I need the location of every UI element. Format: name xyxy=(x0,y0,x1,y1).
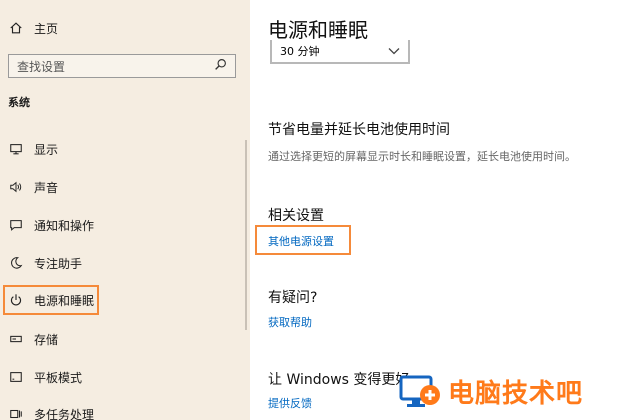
chevron-down-icon xyxy=(388,45,400,58)
storage-icon xyxy=(8,331,24,347)
sidebar-item-label: 主页 xyxy=(34,21,59,36)
improve-windows-heading: 让 Windows 变得更好 xyxy=(268,372,410,388)
sidebar: 主页 查找设置 系统 显示 声音 通知和操作 专注助手 电源和睡眠 存储 平板模… xyxy=(0,0,250,420)
sidebar-item-multitasking[interactable]: 多任务处理 xyxy=(8,402,94,420)
sidebar-item-display[interactable]: 显示 xyxy=(8,137,58,161)
additional-power-settings-link[interactable]: 其他电源设置 xyxy=(268,233,334,249)
home-icon xyxy=(8,20,24,36)
monitor-icon xyxy=(8,141,24,157)
tablet-icon xyxy=(8,369,24,385)
power-icon xyxy=(8,292,24,308)
speaker-icon xyxy=(8,179,24,195)
search-input[interactable]: 查找设置 xyxy=(8,54,236,78)
main-content: 电源和睡眠 30 分钟 节省电量并延长电池使用时间 通过选择更短的屏幕显示时长和… xyxy=(250,0,640,420)
get-help-link[interactable]: 获取帮助 xyxy=(268,314,312,330)
give-feedback-link[interactable]: 提供反馈 xyxy=(268,395,312,411)
sidebar-item-label: 显示 xyxy=(34,142,59,157)
sidebar-item-label: 多任务处理 xyxy=(34,407,95,420)
sidebar-item-sound[interactable]: 声音 xyxy=(8,175,58,199)
sidebar-scrollbar[interactable] xyxy=(245,140,247,330)
sidebar-item-label: 声音 xyxy=(34,180,59,195)
sidebar-item-tablet-mode[interactable]: 平板模式 xyxy=(8,365,82,389)
sidebar-item-focus-assist[interactable]: 专注助手 xyxy=(8,251,82,275)
dropdown-value: 30 分钟 xyxy=(280,45,320,58)
sidebar-item-label: 存储 xyxy=(34,332,59,347)
related-settings-heading: 相关设置 xyxy=(268,208,324,224)
section-label: 系统 xyxy=(8,96,30,109)
watermark-text: 电脑技术吧 xyxy=(448,378,584,409)
sidebar-item-power-sleep[interactable]: 电源和睡眠 xyxy=(8,288,94,312)
battery-heading: 节省电量并延长电池使用时间 xyxy=(268,122,450,138)
battery-description: 通过选择更短的屏幕显示时长和睡眠设置，延长电池使用时间。 xyxy=(268,150,576,163)
page-title: 电源和睡眠 xyxy=(268,18,368,42)
search-placeholder: 查找设置 xyxy=(17,59,66,74)
watermark-logo-icon xyxy=(398,369,442,413)
sidebar-item-notifications[interactable]: 通知和操作 xyxy=(8,213,94,237)
multitask-icon xyxy=(8,406,24,420)
sidebar-item-storage[interactable]: 存储 xyxy=(8,327,58,351)
sidebar-item-label: 平板模式 xyxy=(34,370,83,385)
search-icon[interactable] xyxy=(214,58,227,74)
sidebar-item-label: 通知和操作 xyxy=(34,218,95,233)
moon-icon xyxy=(8,255,24,271)
sidebar-item-home[interactable]: 主页 xyxy=(8,16,58,40)
notification-icon xyxy=(8,217,24,233)
sidebar-item-label: 电源和睡眠 xyxy=(34,293,95,308)
sleep-time-dropdown[interactable]: 30 分钟 xyxy=(270,40,410,64)
watermark: 电脑技术吧 xyxy=(398,366,638,416)
sidebar-item-label: 专注助手 xyxy=(34,256,83,271)
question-heading: 有疑问? xyxy=(268,290,318,306)
